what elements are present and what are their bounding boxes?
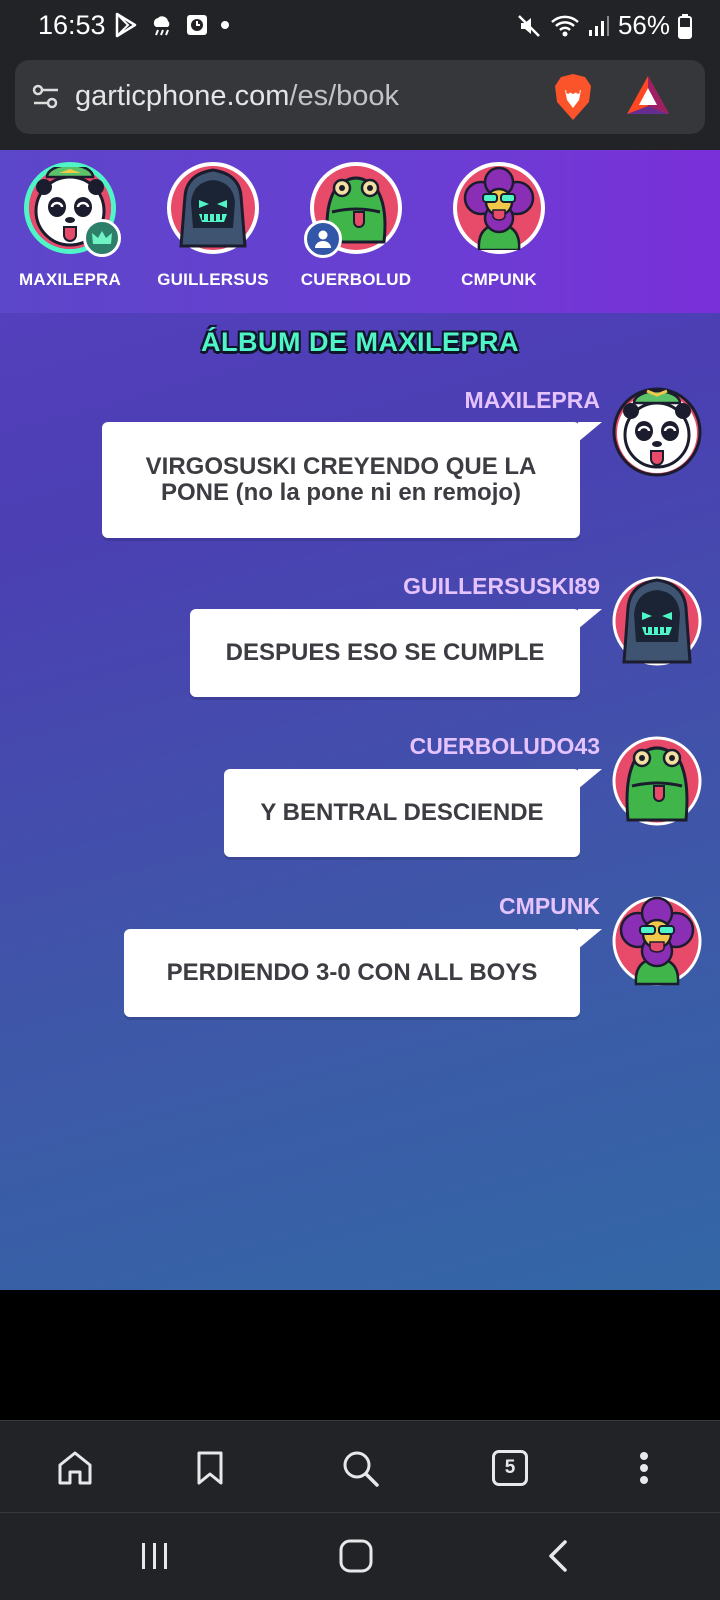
hooded-avatar (167, 162, 259, 254)
message-text: PERDIENDO 3-0 CON ALL BOYS (166, 959, 538, 986)
message-avatar-panda (612, 387, 702, 477)
home-icon (58, 1451, 92, 1485)
status-bar: 16:53 56% (0, 0, 720, 52)
home-button[interactable] (50, 1443, 100, 1493)
bubble-tail (578, 422, 602, 442)
flower-monster-icon (459, 166, 539, 252)
crown-icon (92, 231, 112, 244)
url-path: /es/book (289, 80, 400, 112)
message-author: CUERBOLUDO43 (409, 733, 600, 759)
tab-count: 5 (492, 1450, 528, 1486)
search-icon (343, 1451, 379, 1487)
flower-monster-icon (612, 896, 702, 986)
players-bar: MAXILEPRA GUILLERSUS CUERBOLUD CMPUNK (0, 150, 720, 313)
more-vertical-icon (640, 1452, 648, 1484)
message-avatar-hooded (612, 576, 702, 666)
message-bubble: VIRGOSUSKI CREYENDO QUE LA PONE (no la p… (102, 422, 602, 538)
system-navigation-bar (0, 1512, 720, 1600)
hooded-monster-icon (173, 168, 253, 248)
weather-icon (153, 16, 170, 36)
user-icon (315, 230, 331, 248)
bubble-tail (578, 929, 602, 949)
dino-icon (612, 736, 702, 826)
dot-icon (221, 21, 229, 29)
back-button[interactable] (528, 1531, 588, 1581)
tabs-button[interactable]: 5 (485, 1443, 535, 1493)
player-cuerbolud[interactable]: CUERBOLUD (296, 162, 416, 290)
url-text[interactable]: garticphone.com/es/book (75, 80, 399, 113)
panda-icon (612, 387, 702, 477)
status-time: 16:53 (38, 10, 106, 40)
menu-button[interactable] (619, 1443, 669, 1493)
recents-icon (142, 1543, 167, 1569)
message-text: DESPUES ESO SE CUMPLE (225, 639, 545, 666)
player-guillersus[interactable]: GUILLERSUS (153, 162, 273, 290)
player-maxilepra[interactable]: MAXILEPRA (10, 162, 130, 290)
hooded-monster-icon (612, 576, 702, 666)
message-avatar-flower (612, 896, 702, 986)
address-bar[interactable]: garticphone.com/es/book (15, 60, 705, 134)
player-name: CUERBOLUD (300, 270, 412, 289)
bookmarks-button[interactable] (185, 1443, 235, 1493)
browser-address-area: garticphone.com/es/book (0, 52, 720, 150)
bubble-tail (578, 769, 602, 789)
player-name: GUILLERSUS (157, 270, 269, 289)
notification-icons (114, 12, 230, 38)
home-square-icon (339, 1539, 373, 1573)
message-author: CMPUNK (499, 893, 600, 919)
message-avatar-dino (612, 736, 702, 826)
signal-icon (588, 15, 609, 36)
gartic-book-view: MAXILEPRA GUILLERSUS CUERBOLUD CMPUNK ÁL… (0, 150, 720, 1290)
blank-area (0, 1290, 720, 1420)
message-bubble: Y BENTRAL DESCIENDE (224, 769, 602, 857)
bubble-tail (578, 609, 602, 629)
wifi-icon (551, 15, 579, 36)
bookmark-icon (197, 1451, 223, 1485)
you-badge (304, 220, 342, 258)
player-name: CMPUNK (461, 270, 537, 289)
site-settings-icon[interactable] (31, 82, 61, 112)
message-text: Y BENTRAL DESCIENDE (260, 799, 544, 826)
flower-avatar (453, 162, 545, 254)
album-title: ÁLBUM DE MAXILEPRA (201, 327, 519, 357)
message-author: GUILLERSUSKI89 (403, 573, 600, 599)
search-button[interactable] (335, 1443, 385, 1493)
back-icon (549, 1540, 567, 1572)
battery-icon (678, 13, 692, 39)
player-cmpunk[interactable]: CMPUNK (439, 162, 559, 290)
host-badge (83, 219, 121, 257)
play-store-icon (115, 12, 137, 38)
message-bubble: PERDIENDO 3-0 CON ALL BOYS (124, 929, 602, 1017)
browser-toolbar: 5 (0, 1420, 720, 1512)
battery-percent: 56% (617, 10, 670, 40)
message-text-line2: PONE (no la pone ni en remojo) (160, 479, 522, 506)
url-domain: garticphone.com (75, 80, 290, 112)
message-author: MAXILEPRA (464, 387, 600, 413)
system-status: 56% (516, 10, 692, 41)
system-home-button[interactable] (326, 1531, 386, 1581)
panda-avatar (24, 162, 121, 257)
player-name: MAXILEPRA (19, 270, 121, 289)
dino-avatar (304, 162, 402, 258)
message-text-line1: VIRGOSUSKI CREYENDO QUE LA (145, 453, 537, 480)
message-bubble: DESPUES ESO SE CUMPLE (190, 609, 602, 697)
recents-button[interactable] (125, 1531, 185, 1581)
mute-icon (518, 14, 540, 37)
clock-app-icon (187, 15, 207, 35)
brave-rewards-icon[interactable] (625, 74, 671, 118)
brave-shields-icon[interactable] (551, 72, 595, 122)
